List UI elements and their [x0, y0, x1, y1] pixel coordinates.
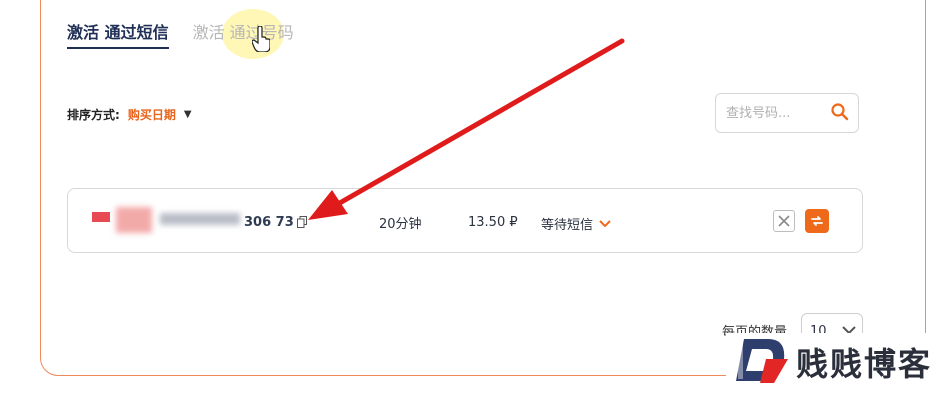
- copy-icon[interactable]: [297, 216, 307, 228]
- tab-sms-activation[interactable]: 激活 通过短信: [67, 19, 169, 49]
- number-row: 306 73 20分钟 13.50 ₽ 等待短信: [67, 188, 863, 253]
- tab-number-activation[interactable]: 激活 通过号码: [193, 19, 294, 49]
- search-icon[interactable]: [830, 102, 850, 122]
- watermark-logo: 贱贱博客: [726, 333, 934, 395]
- price: 13.50 ₽: [468, 215, 518, 230]
- blurred-number-prefix: [160, 213, 240, 225]
- status-text: 等待短信: [541, 218, 594, 233]
- duration: 20分钟: [379, 217, 422, 232]
- refresh-icon: [811, 216, 823, 226]
- search-input[interactable]: [724, 104, 828, 122]
- watermark-text: 贱贱博客: [796, 345, 933, 383]
- hand-cursor-icon: [252, 26, 270, 52]
- refresh-button[interactable]: [805, 209, 829, 233]
- sort-dropdown[interactable]: 购买日期: [128, 106, 176, 123]
- caret-down-icon[interactable]: ▼: [184, 109, 192, 120]
- search-box: [715, 93, 859, 133]
- status-dropdown[interactable]: 等待短信: [541, 214, 611, 233]
- phone-number: 306 73: [244, 215, 294, 230]
- sort-label: 排序方式:: [67, 108, 120, 122]
- cancel-button[interactable]: [773, 210, 795, 232]
- close-icon: [778, 215, 790, 227]
- logo-mark-icon: [736, 339, 788, 383]
- sort-control: 排序方式: 购买日期 ▼: [67, 106, 192, 123]
- chevron-down-icon: [599, 219, 611, 227]
- country-flag-blurred: [92, 212, 110, 222]
- blurred-region: [116, 207, 152, 233]
